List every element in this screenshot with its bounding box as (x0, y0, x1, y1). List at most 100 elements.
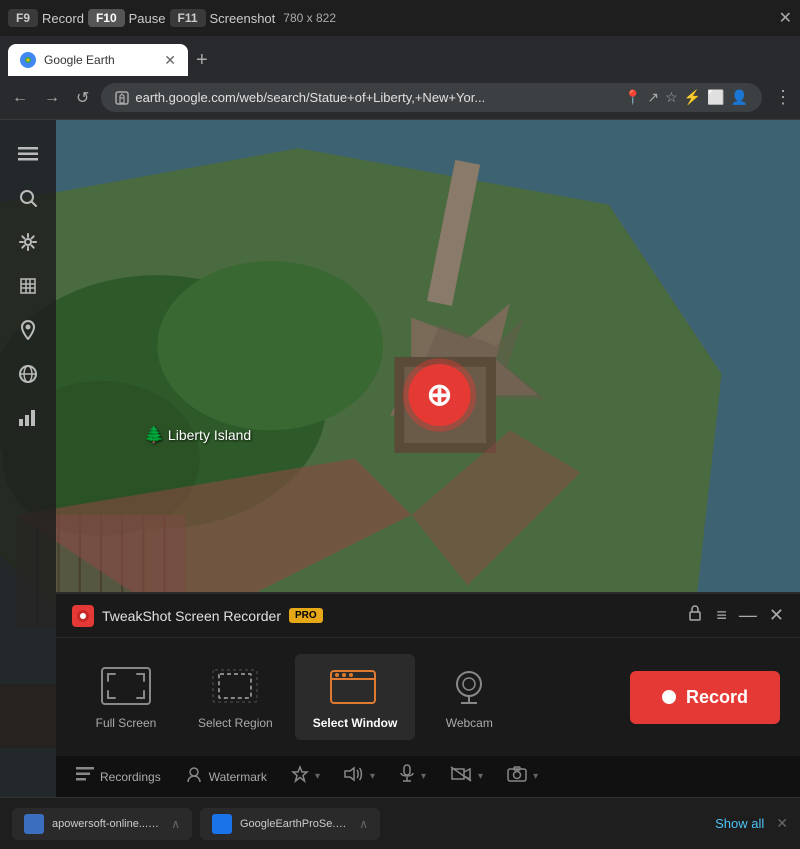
recording-close-button[interactable]: ✕ (779, 8, 792, 28)
apowersoft-label: apowersoft-online....exe (52, 818, 161, 830)
show-all-button[interactable]: Show all (715, 816, 764, 831)
recorder-pro-badge: PRO (289, 608, 323, 623)
watermark-icon (185, 765, 203, 788)
back-button[interactable]: ← (8, 85, 32, 111)
taskbar-item-apowersoft[interactable]: apowersoft-online....exe ∧ (12, 808, 192, 840)
audio-icon (344, 766, 364, 787)
webcam-mode[interactable]: Webcam (419, 654, 519, 740)
sidebar-search-icon[interactable] (10, 180, 46, 216)
effects-icon (291, 765, 309, 788)
browser-tab[interactable]: Google Earth ✕ (8, 44, 188, 76)
tab-title: Google Earth (44, 53, 156, 67)
new-tab-button[interactable]: + (188, 49, 216, 72)
svg-text:⊕: ⊕ (426, 377, 452, 412)
bookmark-icon[interactable]: ☆ (665, 89, 678, 106)
screenshot-footer-icon (507, 766, 527, 787)
recordings-label: Recordings (100, 770, 161, 784)
menu-icon[interactable]: ≡ (716, 605, 727, 626)
screenshot-label: Screenshot (210, 11, 276, 26)
address-text: earth.google.com/web/search/Statue+of+Li… (135, 90, 485, 105)
select-window-mode[interactable]: Select Window (295, 654, 416, 740)
full-screen-mode[interactable]: Full Screen (76, 654, 176, 740)
sidebar-chart-icon[interactable] (10, 400, 46, 436)
recorder-panel: TweakShot Screen Recorder PRO ≡ — ✕ (56, 592, 800, 797)
f9-key[interactable]: F9 (8, 9, 38, 27)
apowersoft-icon (24, 814, 44, 834)
window-icon[interactable]: ⬜ (707, 89, 724, 106)
camera-off-icon (450, 766, 472, 787)
forward-button[interactable]: → (40, 85, 64, 111)
lock-icon[interactable] (686, 604, 704, 627)
pause-label: Pause (129, 11, 166, 26)
sidebar-location-icon[interactable] (10, 312, 46, 348)
select-window-label: Select Window (313, 716, 398, 730)
mic-arrow: ▾ (421, 771, 426, 782)
effects-button[interactable]: ▾ (291, 765, 320, 788)
extension-icon[interactable]: ⚡ (684, 89, 701, 106)
webcam-icon-box (441, 664, 497, 708)
taskbar-item-googleearth[interactable]: GoogleEarthProSe....exe ∧ (200, 808, 380, 840)
reload-button[interactable]: ↺ (72, 84, 93, 112)
taskbar: apowersoft-online....exe ∧ GoogleEarthPr… (0, 797, 800, 849)
recorder-footer: Recordings Watermark (56, 756, 800, 797)
audio-arrow: ▾ (370, 771, 375, 782)
share-icon[interactable]: ↗ (647, 89, 659, 106)
full-screen-icon-box (98, 664, 154, 708)
mic-icon (399, 764, 415, 789)
tree-icon: 🌲 (144, 425, 164, 445)
recorder-close-icon[interactable]: ✕ (769, 605, 784, 626)
effects-arrow: ▾ (315, 771, 320, 782)
f11-key[interactable]: F11 (170, 9, 206, 27)
record-button-label: Record (686, 687, 748, 708)
island-label: 🌲 Liberty Island (144, 425, 251, 445)
browser-extras: ⋮ (774, 87, 792, 108)
recorder-header: TweakShot Screen Recorder PRO ≡ — ✕ (56, 594, 800, 638)
camera-off-button[interactable]: ▾ (450, 766, 483, 787)
recordings-button[interactable]: Recordings (76, 767, 161, 786)
address-icons: 📍 ↗ ☆ ⚡ ⬜ 👤 (624, 89, 748, 106)
address-input[interactable]: earth.google.com/web/search/Statue+of+Li… (101, 83, 762, 112)
record-label: Record (42, 11, 84, 26)
full-screen-label: Full Screen (96, 716, 157, 730)
tab-bar: Google Earth ✕ + (0, 36, 800, 76)
googleearth-label: GoogleEarthProSe....exe (240, 818, 349, 830)
select-region-mode[interactable]: Select Region (180, 654, 291, 740)
sidebar-earth-icon[interactable] (10, 356, 46, 392)
f10-key[interactable]: F10 (88, 9, 125, 27)
sidebar-menu-icon[interactable] (10, 136, 46, 172)
tab-favicon (20, 52, 36, 68)
select-window-icon-box (327, 664, 383, 708)
location-icon[interactable]: 📍 (624, 89, 641, 106)
record-button[interactable]: Record (630, 671, 780, 724)
recording-bar: F9 Record F10 Pause F11 Screenshot 780 x… (0, 0, 800, 36)
recorder-body: Full Screen Select Region (56, 638, 800, 756)
select-region-icon-box (207, 664, 263, 708)
minimize-icon[interactable]: — (739, 605, 757, 626)
screenshot-footer-button[interactable]: ▾ (507, 766, 538, 787)
sidebar-layers-icon[interactable] (10, 268, 46, 304)
recorder-title: TweakShot Screen Recorder (102, 608, 281, 624)
recording-dimensions: 780 x 822 (283, 11, 336, 25)
tab-close-button[interactable]: ✕ (164, 52, 176, 69)
watermark-label: Watermark (209, 770, 267, 784)
capture-modes: Full Screen Select Region (76, 654, 614, 740)
taskbar-close-button[interactable]: ✕ (776, 815, 788, 832)
more-button[interactable]: ⋮ (774, 87, 792, 108)
mic-button[interactable]: ▾ (399, 764, 426, 789)
sidebar-settings-icon[interactable] (10, 224, 46, 260)
island-name: Liberty Island (168, 427, 251, 443)
profile-icon[interactable]: 👤 (731, 89, 748, 106)
apowersoft-chevron: ∧ (171, 817, 180, 831)
webcam-label: Webcam (446, 716, 493, 730)
googleearth-icon (212, 814, 232, 834)
audio-button[interactable]: ▾ (344, 766, 375, 787)
recorder-logo (72, 605, 94, 627)
recordings-icon (76, 767, 94, 786)
record-dot-icon (662, 690, 676, 704)
recorder-header-controls: ≡ — ✕ (686, 604, 784, 627)
left-sidebar (0, 120, 56, 797)
select-region-label: Select Region (198, 716, 273, 730)
screenshot-footer-arrow: ▾ (533, 771, 538, 782)
watermark-button[interactable]: Watermark (185, 765, 267, 788)
googleearth-chevron: ∧ (359, 817, 368, 831)
